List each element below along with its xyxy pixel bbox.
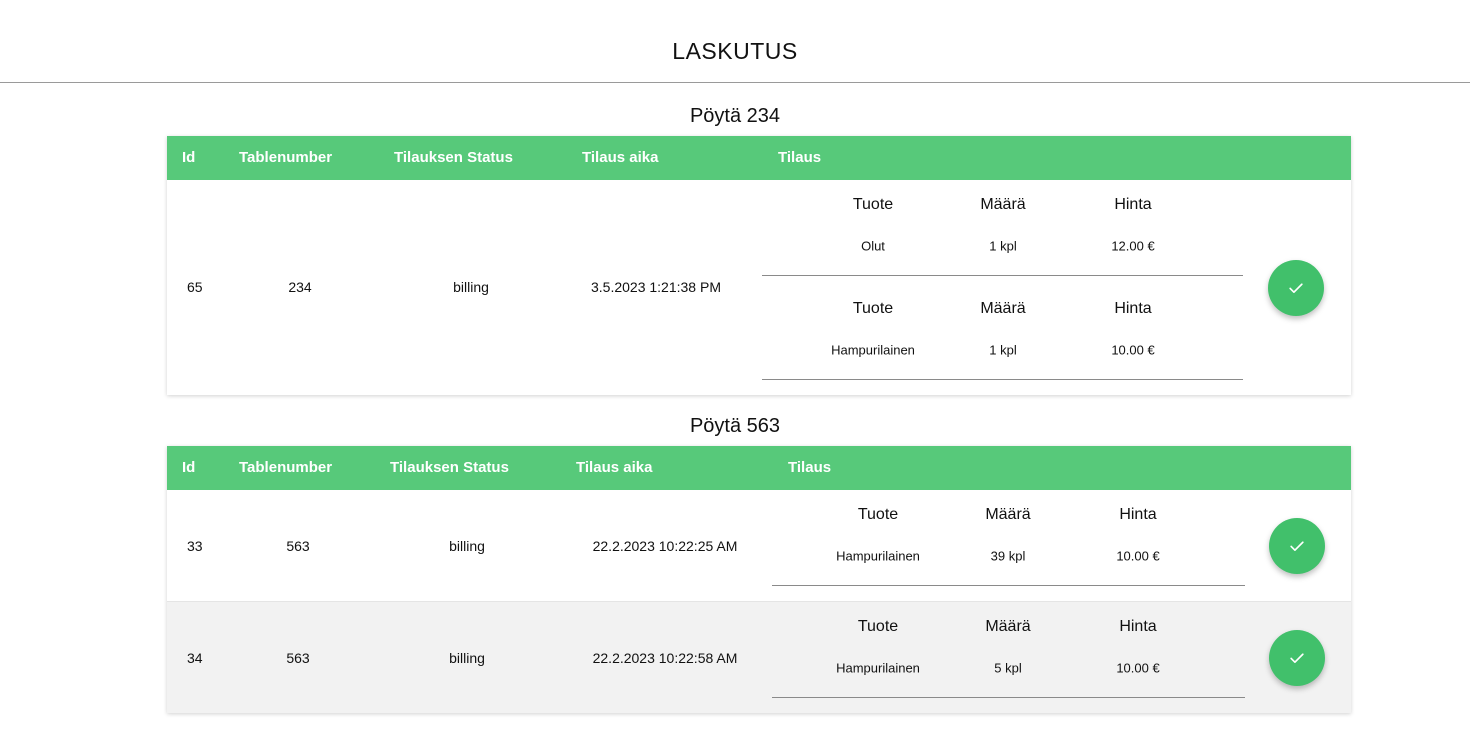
header-tablenumber: Tablenumber	[239, 149, 333, 166]
cell-id: 34	[187, 650, 203, 666]
cell-time: 22.2.2023 10:22:25 AM	[592, 538, 738, 554]
table-row: 65 234 billing 3.5.2023 1:21:38 PM Tuote…	[167, 180, 1351, 395]
page-title: LASKUTUS	[672, 38, 798, 64]
order-items: Tuote Määrä Hinta Olut 1 kpl 12.00 € Tuo…	[762, 180, 1243, 380]
product-quantity: 1 kpl	[989, 238, 1017, 254]
order-items: Tuote Määrä Hinta Hampurilainen 5 kpl 10…	[772, 602, 1245, 698]
mark-paid-button[interactable]	[1269, 630, 1325, 686]
mark-paid-button[interactable]	[1268, 260, 1324, 316]
page-header: LASKUTUS	[0, 0, 1470, 83]
quantity-label: Määrä	[985, 618, 1031, 635]
table-header: Id Tablenumber Tilauksen Status Tilaus a…	[167, 446, 1351, 490]
price-label: Hinta	[1119, 506, 1157, 523]
product-label: Tuote	[852, 196, 894, 213]
check-icon	[1290, 653, 1304, 663]
cell-id: 65	[187, 279, 203, 295]
product-label: Tuote	[857, 618, 899, 635]
check-icon	[1290, 541, 1304, 551]
table-title: Pöytä 234	[689, 105, 781, 127]
product-quantity: 5 kpl	[994, 660, 1022, 676]
cell-status: billing	[449, 650, 485, 666]
header-order: Tilaus	[778, 149, 822, 166]
header-status: Tilauksen Status	[390, 459, 509, 476]
header-id: Id	[182, 149, 196, 166]
order-item: Tuote Määrä Hinta Olut 1 kpl 12.00 €	[762, 180, 1243, 276]
product-price: 12.00 €	[1111, 238, 1155, 254]
header-time: Tilaus aika	[576, 459, 653, 476]
header-order: Tilaus	[788, 459, 832, 476]
product-name: Olut	[861, 238, 885, 254]
cell-id: 33	[187, 538, 203, 554]
quantity-label: Määrä	[980, 196, 1026, 213]
cell-status: billing	[453, 279, 489, 295]
order-item: Tuote Määrä Hinta Hampurilainen 1 kpl 10…	[762, 276, 1243, 380]
product-price: 10.00 €	[1111, 342, 1155, 358]
mark-paid-button[interactable]	[1269, 518, 1325, 574]
product-quantity: 1 kpl	[989, 342, 1017, 358]
cell-tablenumber: 563	[286, 538, 310, 554]
check-icon	[1289, 283, 1303, 293]
cell-tablenumber: 234	[288, 279, 312, 295]
table-row: 34 563 billing 22.2.2023 10:22:58 AM Tuo…	[167, 601, 1351, 713]
header-time: Tilaus aika	[582, 149, 659, 166]
product-name: Hampurilainen	[836, 548, 920, 564]
order-item: Tuote Määrä Hinta Hampurilainen 39 kpl 1…	[772, 490, 1245, 586]
header-id: Id	[182, 459, 196, 476]
cell-tablenumber: 563	[286, 650, 310, 666]
orders-table: Id Tablenumber Tilauksen Status Tilaus a…	[167, 136, 1351, 395]
cell-time: 3.5.2023 1:21:38 PM	[591, 279, 721, 295]
price-label: Hinta	[1119, 618, 1157, 635]
product-quantity: 39 kpl	[990, 548, 1026, 564]
header-tablenumber: Tablenumber	[239, 459, 333, 476]
cell-time: 22.2.2023 10:22:58 AM	[592, 650, 738, 666]
quantity-label: Määrä	[980, 300, 1026, 317]
quantity-label: Määrä	[985, 506, 1031, 523]
product-name: Hampurilainen	[836, 660, 920, 676]
order-items: Tuote Määrä Hinta Hampurilainen 39 kpl 1…	[772, 490, 1245, 586]
product-price: 10.00 €	[1116, 548, 1160, 564]
orders-table: Id Tablenumber Tilauksen Status Tilaus a…	[167, 446, 1351, 713]
price-label: Hinta	[1114, 196, 1152, 213]
cell-status: billing	[449, 538, 485, 554]
product-label: Tuote	[852, 300, 894, 317]
price-label: Hinta	[1114, 300, 1152, 317]
table-header: Id Tablenumber Tilauksen Status Tilaus a…	[167, 136, 1351, 180]
header-status: Tilauksen Status	[394, 149, 513, 166]
table-row: 33 563 billing 22.2.2023 10:22:25 AM Tuo…	[167, 490, 1351, 601]
product-name: Hampurilainen	[831, 342, 915, 358]
product-label: Tuote	[857, 506, 899, 523]
product-price: 10.00 €	[1116, 660, 1160, 676]
table-title: Pöytä 563	[689, 415, 781, 437]
order-item: Tuote Määrä Hinta Hampurilainen 5 kpl 10…	[772, 602, 1245, 698]
